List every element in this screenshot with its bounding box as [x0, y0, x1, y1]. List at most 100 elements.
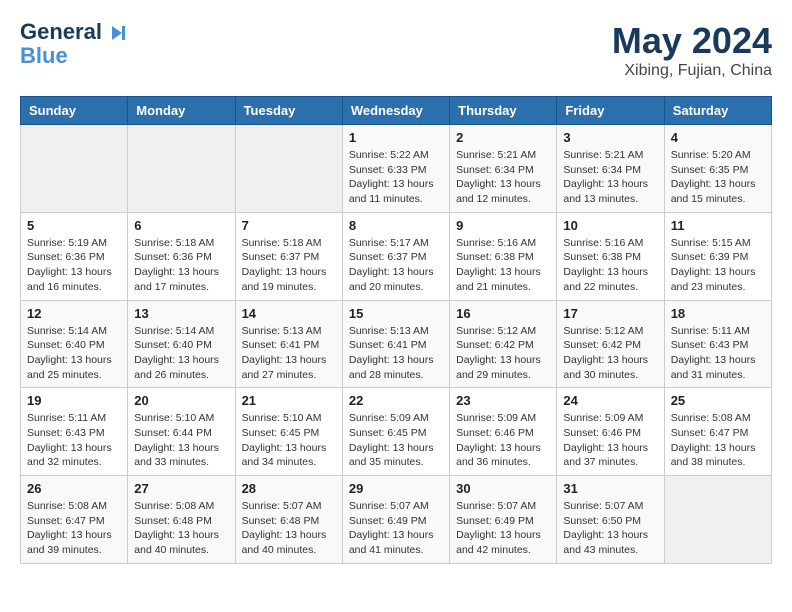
- logo-blue: Blue: [20, 44, 130, 68]
- day-number: 2: [456, 130, 550, 145]
- day-detail: Sunrise: 5:21 AM Sunset: 6:34 PM Dayligh…: [563, 148, 657, 207]
- header-row: Sunday Monday Tuesday Wednesday Thursday…: [21, 97, 772, 125]
- calendar-cell: 12 Sunrise: 5:14 AM Sunset: 6:40 PM Dayli…: [21, 300, 128, 388]
- day-detail: Sunrise: 5:21 AM Sunset: 6:34 PM Dayligh…: [456, 148, 550, 207]
- calendar-cell: 8Sunrise: 5:17 AM Sunset: 6:37 PM Daylig…: [342, 212, 449, 300]
- calendar-cell: 26 Sunrise: 5:08 AM Sunset: 6:47 PM Dayli…: [21, 476, 128, 564]
- calendar-cell: 20Sunrise: 5:10 AM Sunset: 6:44 PM Dayli…: [128, 388, 235, 476]
- calendar-cell: 7Sunrise: 5:18 AM Sunset: 6:37 PM Daylig…: [235, 212, 342, 300]
- calendar-cell: 18 Sunrise: 5:11 AM Sunset: 6:43 PM Dayli…: [664, 300, 771, 388]
- day-detail: Sunrise: 5:09 AM Sunset: 6:45 PM Dayligh…: [349, 411, 443, 470]
- day-number: 12: [27, 306, 121, 321]
- day-detail: Sunrise: 5:08 AM Sunset: 6:47 PM Dayligh…: [27, 499, 121, 558]
- location: Xibing, Fujian, China: [612, 62, 772, 80]
- day-number: 4: [671, 130, 765, 145]
- day-number: 8: [349, 218, 443, 233]
- header-thursday: Thursday: [450, 97, 557, 125]
- calendar-cell: 23 Sunrise: 5:09 AM Sunset: 6:46 PM Dayli…: [450, 388, 557, 476]
- day-detail: Sunrise: 5:14 AM Sunset: 6:40 PM Dayligh…: [27, 324, 121, 383]
- day-detail: Sunrise: 5:22 AM Sunset: 6:33 PM Dayligh…: [349, 148, 443, 207]
- calendar-cell: [664, 476, 771, 564]
- day-number: 10: [563, 218, 657, 233]
- day-number: 15: [349, 306, 443, 321]
- day-number: 16: [456, 306, 550, 321]
- calendar-cell: 22Sunrise: 5:09 AM Sunset: 6:45 PM Dayli…: [342, 388, 449, 476]
- calendar-week-row: 26 Sunrise: 5:08 AM Sunset: 6:47 PM Dayli…: [21, 476, 772, 564]
- calendar-cell: 13 Sunrise: 5:14 AM Sunset: 6:40 PM Dayli…: [128, 300, 235, 388]
- day-detail: Sunrise: 5:11 AM Sunset: 6:43 PM Dayligh…: [671, 324, 765, 383]
- day-detail: Sunrise: 5:09 AM Sunset: 6:46 PM Dayligh…: [563, 411, 657, 470]
- calendar-cell: 3Sunrise: 5:21 AM Sunset: 6:34 PM Daylig…: [557, 125, 664, 213]
- calendar-cell: 21Sunrise: 5:10 AM Sunset: 6:45 PM Dayli…: [235, 388, 342, 476]
- calendar-cell: 10 Sunrise: 5:16 AM Sunset: 6:38 PM Dayli…: [557, 212, 664, 300]
- day-number: 26: [27, 481, 121, 496]
- day-detail: Sunrise: 5:16 AM Sunset: 6:38 PM Dayligh…: [563, 236, 657, 295]
- calendar-cell: [128, 125, 235, 213]
- day-number: 19: [27, 393, 121, 408]
- header-tuesday: Tuesday: [235, 97, 342, 125]
- calendar-cell: 17Sunrise: 5:12 AM Sunset: 6:42 PM Dayli…: [557, 300, 664, 388]
- day-number: 23: [456, 393, 550, 408]
- calendar-cell: 30 Sunrise: 5:07 AM Sunset: 6:49 PM Dayli…: [450, 476, 557, 564]
- month-year: May 2024: [612, 20, 772, 62]
- day-detail: Sunrise: 5:07 AM Sunset: 6:49 PM Dayligh…: [456, 499, 550, 558]
- calendar-cell: 25 Sunrise: 5:08 AM Sunset: 6:47 PM Dayli…: [664, 388, 771, 476]
- calendar-cell: 2 Sunrise: 5:21 AM Sunset: 6:34 PM Daylig…: [450, 125, 557, 213]
- day-number: 7: [242, 218, 336, 233]
- calendar-cell: 24Sunrise: 5:09 AM Sunset: 6:46 PM Dayli…: [557, 388, 664, 476]
- header-friday: Friday: [557, 97, 664, 125]
- day-detail: Sunrise: 5:10 AM Sunset: 6:45 PM Dayligh…: [242, 411, 336, 470]
- day-detail: Sunrise: 5:07 AM Sunset: 6:48 PM Dayligh…: [242, 499, 336, 558]
- day-detail: Sunrise: 5:08 AM Sunset: 6:48 PM Dayligh…: [134, 499, 228, 558]
- calendar-cell: 14 Sunrise: 5:13 AM Sunset: 6:41 PM Dayli…: [235, 300, 342, 388]
- day-number: 25: [671, 393, 765, 408]
- header-monday: Monday: [128, 97, 235, 125]
- calendar-week-row: 12 Sunrise: 5:14 AM Sunset: 6:40 PM Dayli…: [21, 300, 772, 388]
- day-detail: Sunrise: 5:08 AM Sunset: 6:47 PM Dayligh…: [671, 411, 765, 470]
- day-number: 9: [456, 218, 550, 233]
- day-number: 30: [456, 481, 550, 496]
- calendar-cell: 27Sunrise: 5:08 AM Sunset: 6:48 PM Dayli…: [128, 476, 235, 564]
- calendar-cell: [21, 125, 128, 213]
- logo-icon: [104, 20, 130, 46]
- day-number: 14: [242, 306, 336, 321]
- page-header: General Blue May 2024 Xibing, Fujian, Ch…: [20, 20, 772, 80]
- day-detail: Sunrise: 5:14 AM Sunset: 6:40 PM Dayligh…: [134, 324, 228, 383]
- day-number: 17: [563, 306, 657, 321]
- day-number: 18: [671, 306, 765, 321]
- calendar-cell: 15 Sunrise: 5:13 AM Sunset: 6:41 PM Dayli…: [342, 300, 449, 388]
- day-detail: Sunrise: 5:07 AM Sunset: 6:49 PM Dayligh…: [349, 499, 443, 558]
- day-number: 29: [349, 481, 443, 496]
- day-number: 6: [134, 218, 228, 233]
- day-detail: Sunrise: 5:09 AM Sunset: 6:46 PM Dayligh…: [456, 411, 550, 470]
- day-detail: Sunrise: 5:18 AM Sunset: 6:36 PM Dayligh…: [134, 236, 228, 295]
- calendar-cell: [235, 125, 342, 213]
- day-detail: Sunrise: 5:20 AM Sunset: 6:35 PM Dayligh…: [671, 148, 765, 207]
- title-block: May 2024 Xibing, Fujian, China: [612, 20, 772, 80]
- calendar-cell: 1 Sunrise: 5:22 AM Sunset: 6:33 PM Daylig…: [342, 125, 449, 213]
- day-detail: Sunrise: 5:11 AM Sunset: 6:43 PM Dayligh…: [27, 411, 121, 470]
- day-number: 13: [134, 306, 228, 321]
- day-number: 1: [349, 130, 443, 145]
- calendar-cell: 29 Sunrise: 5:07 AM Sunset: 6:49 PM Dayli…: [342, 476, 449, 564]
- header-wednesday: Wednesday: [342, 97, 449, 125]
- day-number: 11: [671, 218, 765, 233]
- calendar-week-row: 5Sunrise: 5:19 AM Sunset: 6:36 PM Daylig…: [21, 212, 772, 300]
- calendar-week-row: 19 Sunrise: 5:11 AM Sunset: 6:43 PM Dayli…: [21, 388, 772, 476]
- day-detail: Sunrise: 5:13 AM Sunset: 6:41 PM Dayligh…: [349, 324, 443, 383]
- calendar-body: 1 Sunrise: 5:22 AM Sunset: 6:33 PM Daylig…: [21, 125, 772, 564]
- calendar-cell: 6 Sunrise: 5:18 AM Sunset: 6:36 PM Daylig…: [128, 212, 235, 300]
- calendar-cell: 9Sunrise: 5:16 AM Sunset: 6:38 PM Daylig…: [450, 212, 557, 300]
- calendar-cell: 11 Sunrise: 5:15 AM Sunset: 6:39 PM Dayli…: [664, 212, 771, 300]
- day-detail: Sunrise: 5:13 AM Sunset: 6:41 PM Dayligh…: [242, 324, 336, 383]
- day-number: 20: [134, 393, 228, 408]
- calendar-table: Sunday Monday Tuesday Wednesday Thursday…: [20, 96, 772, 564]
- calendar-cell: 28 Sunrise: 5:07 AM Sunset: 6:48 PM Dayli…: [235, 476, 342, 564]
- day-detail: Sunrise: 5:15 AM Sunset: 6:39 PM Dayligh…: [671, 236, 765, 295]
- day-number: 28: [242, 481, 336, 496]
- header-saturday: Saturday: [664, 97, 771, 125]
- calendar-cell: 16Sunrise: 5:12 AM Sunset: 6:42 PM Dayli…: [450, 300, 557, 388]
- calendar-cell: 31Sunrise: 5:07 AM Sunset: 6:50 PM Dayli…: [557, 476, 664, 564]
- day-number: 31: [563, 481, 657, 496]
- calendar-cell: 19 Sunrise: 5:11 AM Sunset: 6:43 PM Dayli…: [21, 388, 128, 476]
